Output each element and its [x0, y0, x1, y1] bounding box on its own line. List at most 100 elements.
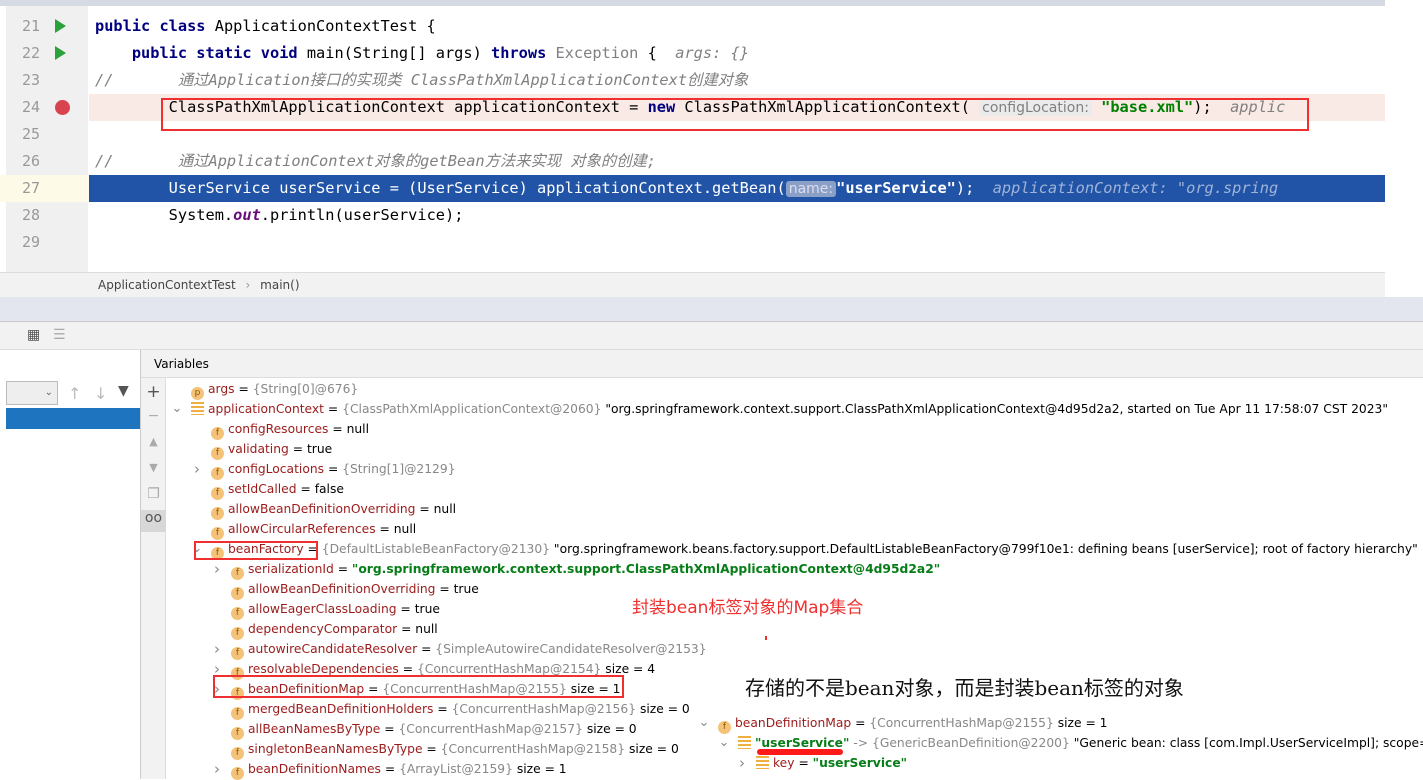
annotation-black-note: 存储的不是bean对象，而是封装bean标签的对象	[745, 676, 1184, 700]
variable-type: {ConcurrentHashMap@2158}	[440, 742, 626, 756]
variable-row[interactable]: f setIdCalled = false	[211, 479, 344, 500]
variable-value: true	[306, 442, 333, 456]
debug-tool-header	[0, 297, 1423, 322]
variable-row[interactable]: p args = {String[0]@676}	[191, 379, 358, 400]
snippet-row[interactable]: › key = "userService"	[739, 753, 908, 773]
code-line[interactable]: 20	[0, 6, 1385, 13]
breadcrumb-class[interactable]: ApplicationContextTest	[98, 278, 236, 292]
variable-row[interactable]: f dependencyComparator = null	[231, 619, 438, 640]
chevron-down-icon[interactable]: ⌄	[718, 733, 730, 753]
variable-value: null	[433, 502, 457, 516]
calculator-icon[interactable]: ▦	[27, 327, 40, 343]
variable-type: {ConcurrentHashMap@2154}	[416, 662, 602, 676]
variable-name: key	[773, 756, 795, 770]
variable-row[interactable]: f allowEagerClassLoading = true	[231, 599, 440, 620]
variable-row[interactable]: f allowCircularReferences = null	[211, 519, 416, 540]
code-line[interactable]: 28 System.out.println(userService);	[0, 202, 1385, 229]
variable-name: serializationId	[248, 562, 334, 576]
variable-value: true	[453, 582, 479, 596]
move-up-icon[interactable]: ▲	[141, 435, 166, 448]
variable-value: size = 4	[605, 662, 656, 676]
highlight-box-beandefinitionmap	[213, 675, 624, 698]
chevron-right-icon[interactable]: ›	[211, 559, 223, 579]
variable-row[interactable]: f mergedBeanDefinitionHolders = {Concurre…	[231, 699, 690, 720]
code-token: // 通过Application接口的实现类 ClassPathXmlAppli…	[95, 71, 749, 89]
code-line[interactable]: 21 public class ApplicationContextTest {	[0, 13, 1385, 40]
variable-row[interactable]: ⌄ applicationContext = {ClassPathXmlAppli…	[172, 399, 1389, 419]
up-arrow-icon[interactable]: ↑	[68, 384, 81, 403]
variable-value: false	[314, 482, 344, 496]
variable-name: setIdCalled	[228, 482, 297, 496]
snippet-panel: ⌄ f beanDefinitionMap = {ConcurrentHashMap…	[699, 703, 1423, 779]
variable-row[interactable]: › f serializationId = "org.springframework…	[214, 559, 941, 580]
trace-icon[interactable]: ☰	[53, 327, 66, 343]
variable-row[interactable]: f allowBeanDefinitionOverriding = true	[231, 579, 479, 600]
code-line[interactable]: 29	[0, 229, 1385, 256]
variable-row[interactable]: ⌄ f beanFactory = {DefaultListableBeanFact…	[192, 539, 1418, 560]
variable-value: "Generic bean: class [com.Impl.UserServi…	[1073, 736, 1423, 750]
variable-value: null	[346, 422, 369, 436]
variable-value: null	[415, 622, 438, 636]
line-number: 23	[21, 71, 41, 89]
code-line[interactable]: 27 UserService userService = (UserServic…	[0, 175, 1385, 202]
field-icon: f	[231, 767, 244, 780]
copy-icon[interactable]: ❐	[141, 486, 166, 502]
remove-watch-icon[interactable]: −	[141, 408, 166, 424]
line-number: 25	[21, 125, 41, 143]
chevron-down-icon[interactable]: ⌄	[171, 399, 183, 419]
variable-type: {ConcurrentHashMap@2155}	[869, 716, 1054, 730]
code-token: throws	[491, 44, 556, 62]
code-line[interactable]: 23 // 通过Application接口的实现类 ClassPathXmlApp…	[0, 67, 1385, 94]
variable-row[interactable]: › f configLocations = {String[1]@2129}	[194, 459, 456, 480]
code-line[interactable]: 22 public static void main(String[] args…	[0, 40, 1385, 67]
highlight-box-beanfactory	[194, 541, 318, 560]
chevron-right-icon[interactable]: ›	[211, 759, 223, 779]
run-icon[interactable]	[55, 46, 66, 60]
line-number: 20	[16, 6, 46, 13]
code-editor[interactable]: 20 21 public class ApplicationContextTest …	[0, 0, 1385, 272]
breadcrumb-separator: ›	[245, 278, 251, 292]
variable-value: "userService"	[812, 756, 908, 770]
code-text: System.out.println(userService);	[95, 202, 464, 229]
red-underline-mark	[757, 749, 843, 755]
line-number: 21	[21, 17, 41, 35]
map-entry-icon	[191, 402, 204, 415]
add-watch-icon[interactable]: +	[141, 382, 166, 402]
variables-header: Variables	[141, 350, 1423, 378]
variable-row[interactable]: f configResources = null	[211, 419, 369, 440]
chevron-right-icon[interactable]: ›	[211, 639, 223, 659]
line-number: 26	[21, 152, 41, 170]
code-line[interactable]: 26 // 通过ApplicationContext对象的getBean方法来实现…	[0, 148, 1385, 175]
down-arrow-icon[interactable]: ↓	[94, 384, 107, 403]
variable-row[interactable]: f allBeanNamesByType = {ConcurrentHashMap…	[231, 719, 637, 740]
variable-name: allowBeanDefinitionOverriding	[248, 582, 436, 596]
chevron-right-icon[interactable]: ›	[736, 753, 748, 773]
variable-value: "org.springframework.context.support.Cla…	[351, 562, 941, 576]
variable-value: "org.springframework.context.support.Cla…	[605, 402, 1389, 416]
variable-type: {ArrayList@2159}	[399, 762, 513, 776]
variable-row[interactable]: f allowBeanDefinitionOverriding = null	[211, 499, 457, 520]
variable-row[interactable]: f singletonBeanNamesByType = {ConcurrentH…	[231, 739, 679, 760]
thread-select[interactable]: ⌄	[6, 381, 58, 405]
line-number: 22	[21, 44, 41, 62]
highlight-box-context-creation	[161, 98, 1309, 131]
code-text: // 通过ApplicationContext对象的getBean方法来实现 对…	[95, 148, 656, 175]
variable-row[interactable]: › f autowireCandidateResolver = {SimpleAut…	[214, 639, 707, 660]
snippet-row[interactable]: ⌄ f beanDefinitionMap = {ConcurrentHashMap…	[699, 713, 1107, 734]
code-token: main(String[] args)	[306, 44, 492, 62]
filter-icon[interactable]: ▼	[118, 383, 129, 399]
glasses-icon[interactable]: oo	[141, 510, 166, 532]
variable-type: {ConcurrentHashMap@2156}	[451, 702, 637, 716]
move-down-icon[interactable]: ▼	[141, 461, 166, 474]
run-icon[interactable]	[55, 19, 66, 33]
variable-name: beanDefinitionMap	[735, 716, 852, 730]
selected-frame[interactable]	[6, 408, 140, 429]
code-token: out	[233, 206, 261, 224]
chevron-right-icon[interactable]: ›	[191, 459, 203, 479]
variable-row[interactable]: f validating = true	[211, 439, 333, 460]
code-token: .println(userService);	[260, 206, 464, 224]
variable-row[interactable]: › f beanDefinitionNames = {ArrayList@2159}…	[214, 759, 567, 780]
breadcrumb-method[interactable]: main()	[260, 278, 299, 292]
chevron-down-icon[interactable]: ⌄	[698, 713, 710, 733]
breakpoint-icon[interactable]	[55, 100, 70, 115]
